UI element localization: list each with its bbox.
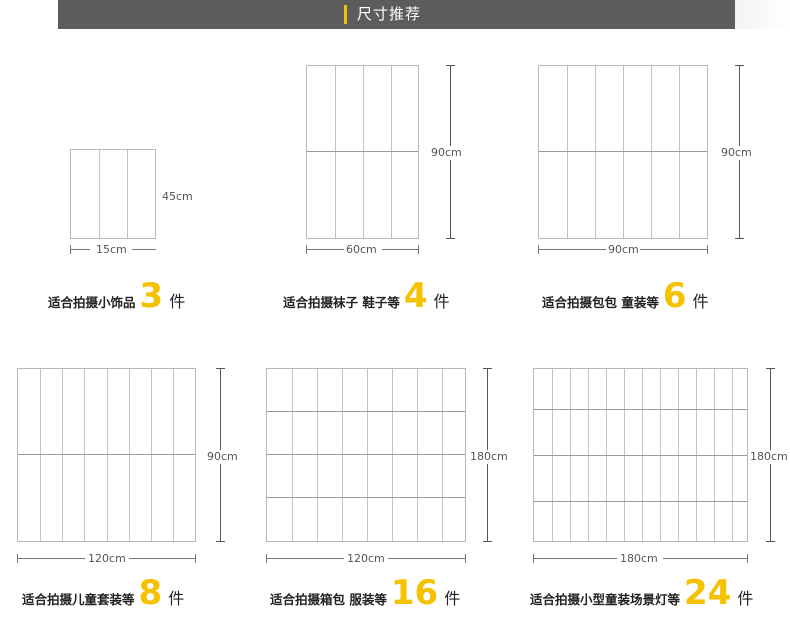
section-title: 尺寸推荐: [357, 5, 422, 23]
size-caption: 适合拍摄包包 童装等 6 件: [542, 278, 709, 314]
height-label: 180cm: [750, 450, 788, 464]
height-label: 90cm: [431, 146, 462, 160]
height-label: 90cm: [721, 146, 752, 160]
height-label: 90cm: [207, 450, 238, 464]
item-count: 8: [138, 573, 163, 613]
swatch-15x45: [70, 149, 156, 239]
item-count: 4: [403, 276, 428, 316]
count-unit: 件: [444, 589, 461, 608]
size-caption: 适合拍摄袜子 鞋子等 4 件: [283, 278, 450, 314]
item-count: 24: [684, 573, 732, 613]
item-count: 16: [390, 573, 439, 613]
count-unit: 件: [692, 292, 709, 311]
count-unit: 件: [433, 292, 450, 311]
caption-text: 适合拍摄小饰品: [48, 295, 136, 310]
swatch-120x180: [266, 368, 466, 542]
swatch-180x180: [533, 368, 748, 542]
height-label: 180cm: [470, 450, 508, 464]
count-unit: 件: [169, 292, 186, 311]
caption-text: 适合拍摄儿童套装等: [22, 592, 135, 607]
width-label: 60cm: [346, 243, 377, 257]
size-caption: 适合拍摄小饰品 3 件: [48, 278, 185, 314]
header-accent-bar: [344, 5, 347, 24]
count-unit: 件: [168, 589, 185, 608]
item-count: 3: [139, 276, 164, 316]
item-count: 6: [662, 276, 687, 316]
swatch-120x90: [17, 368, 196, 542]
header-fade: [735, 0, 790, 29]
caption-text: 适合拍摄小型童装场景灯等: [530, 592, 681, 607]
width-label: 15cm: [96, 243, 127, 257]
size-caption: 适合拍摄儿童套装等 8 件: [22, 575, 184, 611]
swatch-90x90: [538, 65, 708, 239]
width-label: 180cm: [620, 552, 658, 566]
count-unit: 件: [737, 589, 754, 608]
height-label: 45cm: [162, 190, 193, 204]
size-caption: 适合拍摄箱包 服装等 16 件: [270, 575, 460, 611]
width-label: 120cm: [88, 552, 126, 566]
swatch-60x90: [306, 65, 419, 239]
caption-text: 适合拍摄箱包 服装等: [270, 592, 387, 607]
width-label: 90cm: [608, 243, 639, 257]
caption-text: 适合拍摄袜子 鞋子等: [283, 295, 400, 310]
width-label: 120cm: [347, 552, 385, 566]
size-caption: 适合拍摄小型童装场景灯等 24 件: [530, 575, 753, 611]
caption-text: 适合拍摄包包 童装等: [542, 295, 659, 310]
